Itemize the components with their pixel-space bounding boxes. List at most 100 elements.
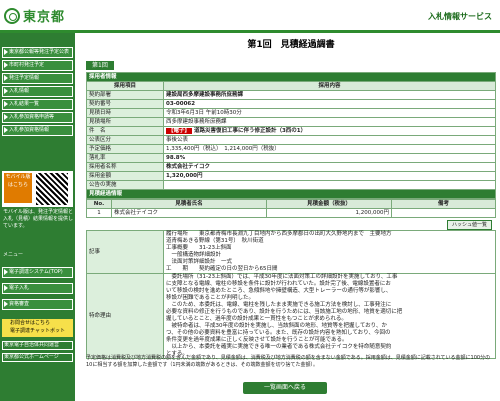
qr-code-icon	[36, 173, 68, 205]
sidebar-item-label: 入札情報	[9, 88, 30, 94]
sidebar-item-procurement-top[interactable]: 電子調達システム(TOP)	[2, 267, 73, 278]
table-row: 公告の実施	[86, 180, 496, 190]
sidebar-item-e-bid[interactable]: 電子入札	[2, 283, 73, 294]
col-header-content: 採用内容	[163, 81, 496, 91]
reason-line: 以上から、本委託を確実に実施できる唯一の業者である株式会社テイコクを特命随意契約	[166, 344, 392, 350]
sidebar-item-label: 電子入札	[9, 285, 30, 291]
sidebar-item-order-plan[interactable]: 発注予定情報	[2, 73, 73, 84]
row-label: 見積場所	[86, 117, 164, 127]
inquiry-banner[interactable]: お問合せはこちら 電子調達チャットボット	[2, 319, 73, 337]
row-value: 1,335,400円（税込） 1,214,000円（税抜）	[163, 144, 496, 154]
sidebar-item-qualification[interactable]: 資格審査	[2, 299, 73, 310]
mobile-promo[interactable]: モバイル版 はこちら	[2, 171, 73, 207]
arrow-icon	[4, 268, 8, 275]
tokyo-logo[interactable]: 東京都	[4, 6, 65, 25]
arrow-icon	[4, 300, 8, 307]
memo-line: 道青梅あきる野線（第31号） 秋川街道	[166, 238, 264, 244]
row-label: 予定価格	[86, 144, 164, 154]
reason-content: 委託場所（31-23上斜面）では、平成30年度に法面対策工の詳細設計を実施してお…	[163, 273, 496, 359]
row-value: 【電子】 道路災害復旧工事に伴う修正設計（3西の1）	[163, 126, 496, 136]
hash-list-button[interactable]: ハッシュ値一覧	[446, 220, 492, 230]
row-label: 見積日時	[86, 108, 164, 118]
arrow-icon	[4, 61, 8, 68]
table-row: 見積日時 令和3年6月3日 午前10時30分	[86, 108, 496, 118]
col-header-name: 見積者氏名	[111, 199, 267, 209]
tokyo-emblem-icon	[4, 7, 20, 24]
row-label: 落札率	[86, 153, 164, 163]
sidebar: 東京都公報等発注予定公表 市町村発注予定 発注予定情報 入札情報 入札結果一覧 …	[0, 33, 75, 401]
sidebar-item-label: 東京都公報等発注予定公表	[9, 49, 70, 55]
reason-label: 特命理由	[86, 273, 164, 359]
subject-text: 道路災害復旧工事に伴う修正設計（3西の1）	[193, 127, 307, 134]
electronic-tag: 【電子】	[166, 127, 193, 134]
table-row: 契約部署 建設局西多摩建設事務所庶務課	[86, 90, 496, 100]
sidebar-item-municipal[interactable]: 市町村発注予定	[2, 60, 73, 71]
estimates-table: No. 見積者氏名 見積金額（税抜） 備考 1 株式会社テイコク 1,200,0…	[86, 199, 496, 218]
section-title: 見積経過情報	[86, 189, 496, 199]
reason-line: いて移設の検討を進めたところ、急傾斜地や擁壁構造、大型トレーラーの通行等が影響し…	[166, 288, 392, 294]
col-header-amount: 見積金額（税抜）	[266, 199, 392, 209]
reason-line: 被特命者は、平成30年度の設計を実施し、当該斜面の地形、地質等を把握しており、か	[166, 323, 387, 329]
footnote: 予定価格は消費税及び地方消費税の額を含んだ金額であり、見積金額は、消費税及び地方…	[86, 355, 491, 368]
row-label: 件 名	[86, 126, 164, 136]
reason-line: つ、その他の必要資料を豊富に持っている。また、既存の設計内容を熟知しており、今回…	[166, 330, 391, 336]
arrow-icon	[4, 100, 8, 107]
table-row: 落札率 98.8%	[86, 153, 496, 163]
row-value: 98.8%	[163, 153, 496, 163]
logo-text: 東京都	[23, 10, 66, 25]
chatbot-label: 電子調達チャットボット	[10, 328, 65, 334]
row-label: 採用金額	[86, 171, 164, 181]
arrow-icon	[4, 87, 8, 94]
service-title: 入札情報サービス	[428, 12, 492, 21]
round-chip: 第1回	[86, 61, 114, 70]
main-content: 第1回 見積経過調書 第1回 採用者情報 採用項目 採用内容 契約部署 建設局西多…	[86, 38, 496, 359]
reason-line: 移設が困難であることが判明した。	[166, 295, 254, 301]
row-value: 西多摩建設事務所庶務課	[163, 117, 496, 127]
link-joint-operation[interactable]: 東京電子自治体共同運営	[2, 341, 73, 350]
table-row: 予定価格 1,335,400円（税込） 1,214,000円（税抜）	[86, 144, 496, 154]
table-row: 採用者名称 株式会社テイコク	[86, 162, 496, 172]
row-label: 公表区分	[86, 135, 164, 145]
procurement-table: 採用者情報 採用項目 採用内容 契約部署 建設局西多摩建設事務所庶務課 契約番号 0…	[86, 72, 496, 199]
sidebar-item-qualification-info[interactable]: 入札参加資格情報	[2, 125, 73, 136]
cell-amount: 1,200,000円	[266, 208, 392, 218]
link-tokyo-official[interactable]: 東京都公式ホームページ	[2, 353, 73, 362]
sidebar-item-bid-info[interactable]: 入札情報	[2, 86, 73, 97]
table-row: 公表区分 事後公表	[86, 135, 496, 145]
sidebar-item-bid-results[interactable]: 入札結果一覧	[2, 99, 73, 110]
row-label: 採用者名称	[86, 162, 164, 172]
memo-line: 工事概要 31-23上斜面	[166, 245, 232, 251]
back-to-list-button[interactable]: 一覧画面へ戻る	[243, 382, 327, 394]
hash-button-row: ハッシュ値一覧	[86, 218, 496, 230]
table-row: 件 名【電子】 道路災害復旧工事に伴う修正設計（3西の1）	[86, 126, 496, 136]
arrow-icon	[4, 48, 8, 55]
sidebar-item-qualification-apply[interactable]: 入札参加資格申請等	[2, 112, 73, 123]
top-bar: 東京都 入札情報サービス	[0, 0, 500, 33]
row-label: 公告の実施	[86, 180, 164, 190]
arrow-icon	[4, 113, 8, 120]
row-value	[163, 180, 496, 190]
sidebar-item-label: 入札参加資格情報	[9, 127, 50, 133]
row-value: 株式会社テイコク	[163, 162, 496, 172]
sidebar-item-label: 市町村発注予定	[9, 62, 45, 68]
sidebar-item-label: 資格審査	[9, 301, 30, 307]
reason-line: に支障となる電線、電柱の移設を条件に設計が行われていた。設計完了後、電線設置者に…	[166, 281, 391, 287]
row-value: 1,320,000円	[163, 171, 496, 181]
menu-label: メニュー	[3, 252, 24, 258]
cell-no: 1	[86, 208, 112, 218]
mobile-note: モバイル版は、発注予定情報と入札（見積）結果情報を提供しています。	[3, 209, 74, 229]
col-header-note: 備考	[391, 199, 496, 209]
table-row: 1 株式会社テイコク 1,200,000円	[86, 208, 496, 218]
memo-line: 工 期 契約確定の日の翌日から65日間	[166, 266, 278, 272]
memo-line: 一般構造物詳細設計	[166, 252, 222, 258]
arrow-icon	[4, 74, 8, 81]
table-row: 契約番号 03-00062	[86, 99, 496, 109]
reason-line: 条件変更を過年度成果に正しく反映させて設計を行うことが可能である。	[166, 337, 348, 343]
mobile-label: モバイル版	[5, 174, 31, 180]
row-label: 契約番号	[86, 99, 164, 109]
row-value: 建設局西多摩建設事務所庶務課	[163, 90, 496, 100]
col-header-item: 採用項目	[86, 81, 164, 91]
table-row: 採用金額 1,320,000円	[86, 171, 496, 181]
sidebar-item-public-order[interactable]: 東京都公報等発注予定公表	[2, 47, 73, 58]
inquiry-label: お問合せはこちら	[10, 320, 51, 326]
